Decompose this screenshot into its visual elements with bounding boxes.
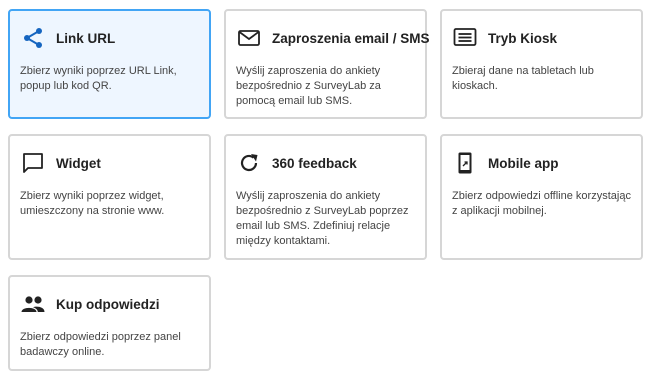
- card-title: Widget: [56, 155, 101, 171]
- card-link-url[interactable]: Link URL Zbierz wyniki poprzez URL Link,…: [8, 9, 211, 119]
- card-widget[interactable]: Widget Zbierz wyniki poprzez widget, umi…: [8, 134, 211, 260]
- card-description: Zbierz wyniki poprzez URL Link, popup lu…: [20, 65, 177, 92]
- card-title: 360 feedback: [272, 155, 357, 171]
- card-description: Wyślij zaproszenia do ankiety bezpośredn…: [236, 190, 409, 247]
- refresh-icon: [236, 150, 262, 176]
- card-description: Wyślij zaproszenia do ankiety bezpośredn…: [236, 65, 381, 107]
- card-email-sms-invitations[interactable]: Zaproszenia email / SMS Wyślij zaproszen…: [224, 9, 430, 119]
- card-description: Zbieraj dane na tabletach lub kioskach.: [452, 65, 594, 92]
- chat-bubble-icon: [20, 150, 46, 176]
- card-description: Zbierz wyniki poprzez widget, umieszczon…: [20, 190, 165, 217]
- card-360-feedback[interactable]: 360 feedback Wyślij zaproszenia do ankie…: [224, 134, 427, 260]
- card-title: Link URL: [56, 30, 116, 46]
- card-kiosk-mode[interactable]: Tryb Kiosk Zbieraj dane na tabletach lub…: [440, 9, 643, 119]
- share-icon: [20, 25, 46, 51]
- mobile-phone-icon: [452, 150, 478, 176]
- envelope-icon: [236, 25, 262, 51]
- card-title: Mobile app: [488, 155, 559, 171]
- card-mobile-app[interactable]: Mobile app Zbierz odpowiedzi offline kor…: [440, 134, 643, 260]
- card-buy-responses[interactable]: Kup odpowiedzi Zbierz odpowiedzi poprzez…: [8, 275, 211, 371]
- card-description: Zbierz odpowiedzi poprzez panel badawczy…: [20, 331, 181, 358]
- card-title: Tryb Kiosk: [488, 30, 558, 46]
- kiosk-icon: [452, 25, 478, 51]
- card-title: Kup odpowiedzi: [56, 296, 160, 312]
- card-title: Zaproszenia email / SMS: [272, 30, 430, 46]
- card-description: Zbierz odpowiedzi offline korzystając z …: [452, 190, 631, 217]
- people-icon: [20, 291, 46, 317]
